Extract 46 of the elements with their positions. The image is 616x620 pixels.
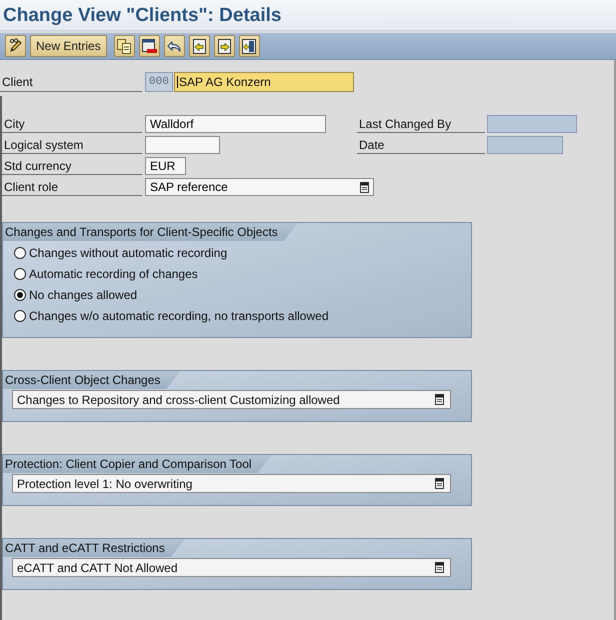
radio-button[interactable] bbox=[14, 268, 26, 280]
field-label: Client role bbox=[2, 178, 142, 196]
window-minus-icon bbox=[142, 38, 157, 54]
list-icon bbox=[435, 562, 444, 573]
new-entries-button[interactable]: New Entries bbox=[30, 35, 107, 57]
undo-arrow-icon bbox=[166, 39, 182, 53]
radio-label[interactable]: Changes without automatic recording bbox=[29, 246, 228, 258]
radio-label[interactable]: Changes w/o automatic recording, no transports allowed bbox=[29, 310, 328, 322]
field-label: Std currency bbox=[2, 157, 142, 175]
undo-button[interactable] bbox=[164, 35, 185, 57]
text-field[interactable]: Walldorf bbox=[145, 115, 326, 133]
dropdown-field[interactable]: eCATT and CATT Not Allowed bbox=[12, 558, 451, 577]
field-label: Date bbox=[357, 136, 485, 154]
window-title: Change View "Clients": Details bbox=[3, 6, 282, 24]
group-title: Changes and Transports for Client-Specific Objects bbox=[3, 223, 298, 241]
list-icon bbox=[360, 182, 369, 192]
group-title: CATT and eCATT Restrictions bbox=[3, 539, 185, 557]
list-icon bbox=[435, 478, 444, 489]
pencil-icon bbox=[8, 38, 24, 54]
radio-button[interactable] bbox=[14, 288, 26, 300]
radio-button[interactable] bbox=[14, 246, 26, 258]
last-button[interactable] bbox=[238, 35, 260, 57]
group-title: Cross-Client Object Changes bbox=[3, 371, 180, 389]
radio-button[interactable] bbox=[14, 310, 26, 322]
text-field[interactable]: SAP AG Konzern bbox=[174, 72, 354, 92]
field-label: Logical system bbox=[2, 136, 142, 154]
previous-button[interactable] bbox=[188, 35, 210, 57]
text-field[interactable]: EUR bbox=[145, 157, 186, 175]
field-label: Client bbox=[0, 72, 142, 92]
radio-label[interactable]: Automatic recording of changes bbox=[29, 268, 198, 280]
dropdown-field[interactable]: Changes to Repository and cross-client Customizing allowed bbox=[12, 390, 451, 409]
edit-button[interactable] bbox=[5, 35, 26, 57]
page-arrow-right-icon bbox=[218, 38, 231, 54]
delete-button[interactable] bbox=[138, 35, 160, 57]
next-button[interactable] bbox=[214, 35, 235, 57]
dropdown-field[interactable]: Protection level 1: No overwriting bbox=[12, 474, 451, 493]
page-arrow-left-icon bbox=[192, 38, 206, 54]
radio-label[interactable]: No changes allowed bbox=[29, 288, 138, 300]
group-title: Protection: Client Copier and Comparison Tool bbox=[3, 455, 272, 473]
documents-icon bbox=[117, 38, 132, 54]
field-label: Last Changed By bbox=[357, 115, 485, 133]
text-field[interactable] bbox=[145, 136, 220, 154]
copy-button[interactable] bbox=[114, 35, 135, 57]
field-label: City bbox=[2, 115, 142, 133]
list-icon bbox=[435, 394, 444, 405]
dropdown-field[interactable]: SAP reference bbox=[145, 178, 374, 196]
